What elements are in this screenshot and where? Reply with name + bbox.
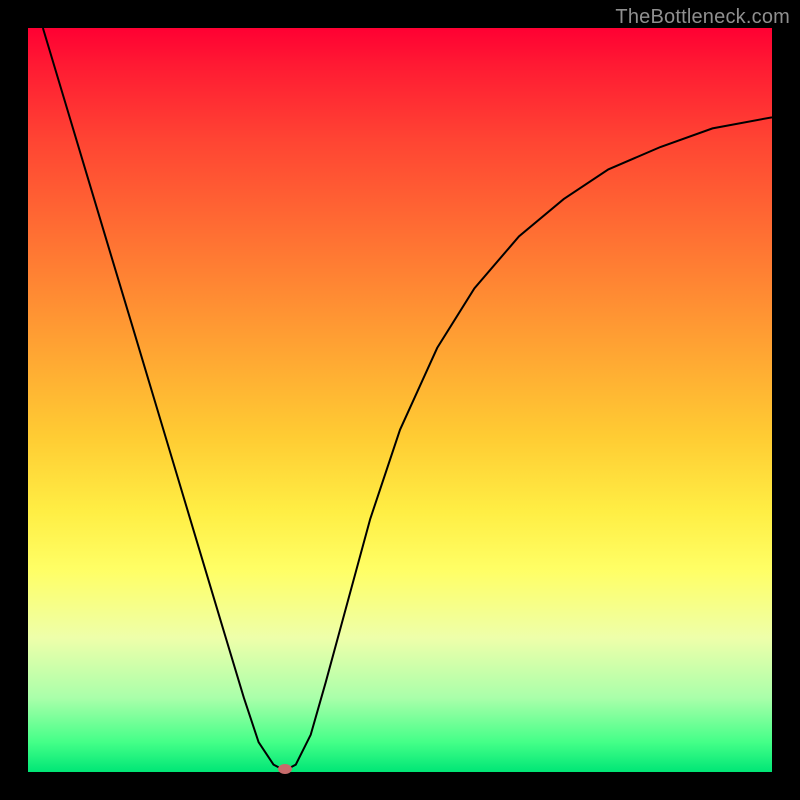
curve-svg <box>28 28 772 772</box>
bottleneck-curve <box>43 28 772 771</box>
watermark-text: TheBottleneck.com <box>615 6 790 29</box>
plot-area <box>28 28 772 772</box>
optimum-marker <box>278 764 292 774</box>
